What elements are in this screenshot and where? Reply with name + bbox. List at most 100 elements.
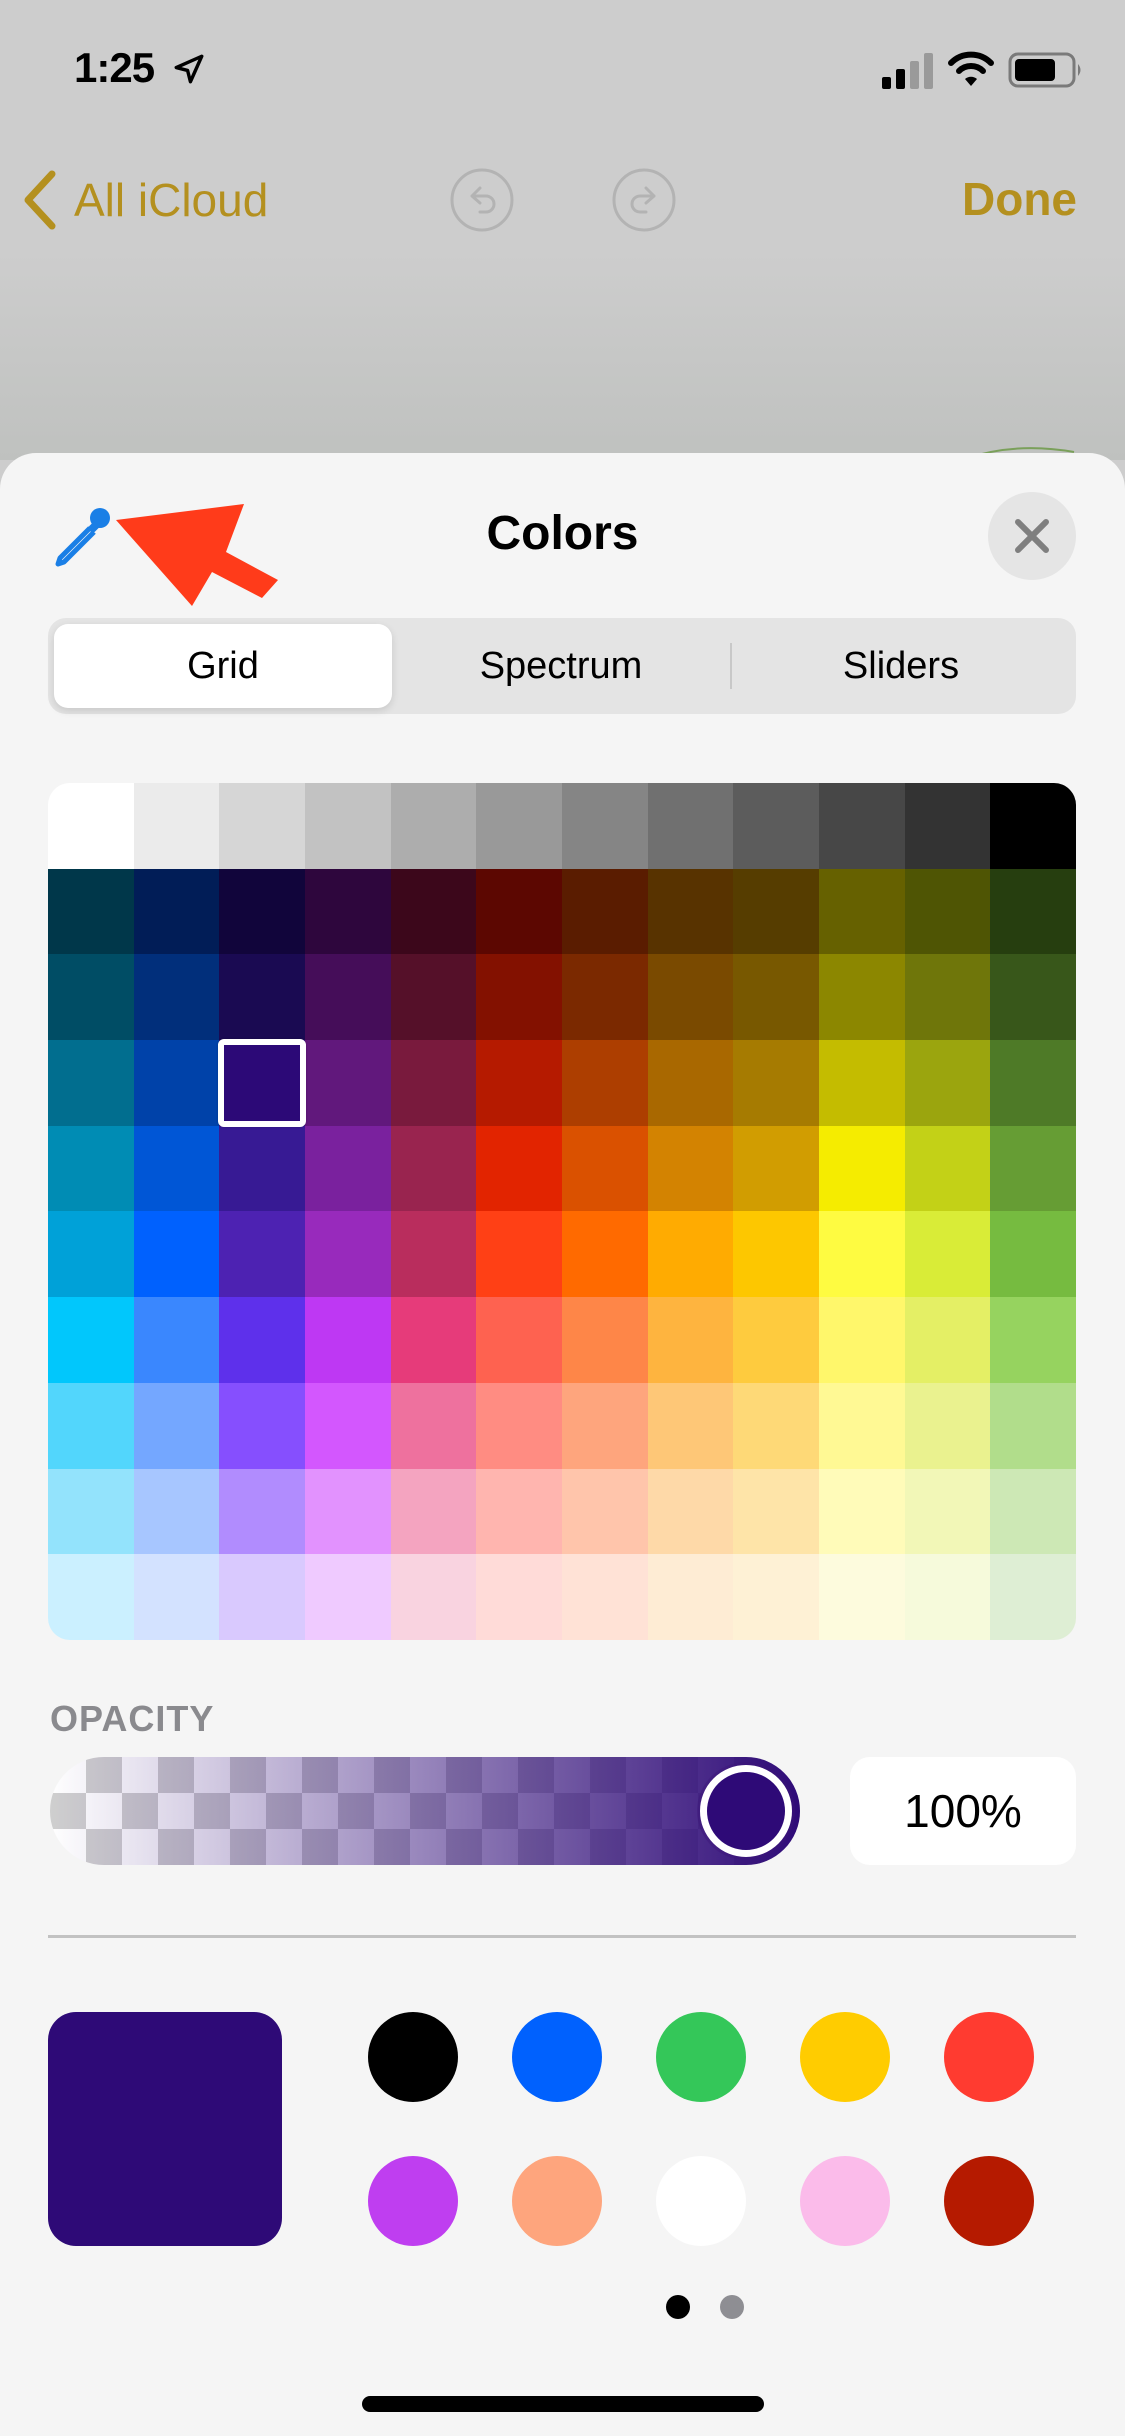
color-cell[interactable] <box>561 1297 648 1383</box>
color-cell[interactable] <box>733 1554 819 1640</box>
color-cell[interactable] <box>561 783 648 869</box>
color-cell[interactable] <box>904 783 991 869</box>
color-cell[interactable] <box>647 868 734 955</box>
tab-grid[interactable]: Grid <box>54 624 392 708</box>
color-cell[interactable] <box>304 1468 391 1555</box>
color-cell[interactable] <box>647 1040 734 1126</box>
favorite-color-swatch[interactable] <box>656 2012 746 2102</box>
color-cell[interactable] <box>476 783 562 869</box>
color-cell[interactable] <box>561 868 648 955</box>
color-cell[interactable] <box>561 954 648 1041</box>
color-cell[interactable] <box>48 1382 134 1469</box>
color-cell[interactable] <box>647 1125 734 1212</box>
color-cell[interactable] <box>476 1040 562 1126</box>
redo-icon[interactable] <box>610 166 678 234</box>
color-cell[interactable] <box>990 1554 1076 1640</box>
color-cell[interactable] <box>48 1468 134 1555</box>
opacity-value-field[interactable]: 100% <box>850 1757 1076 1865</box>
color-cell[interactable] <box>476 1297 562 1383</box>
favorite-color-swatch[interactable] <box>512 2156 602 2246</box>
back-button[interactable]: All iCloud <box>20 168 268 232</box>
color-cell[interactable] <box>647 783 734 869</box>
favorite-color-swatch[interactable] <box>368 2012 458 2102</box>
color-cell[interactable] <box>219 1297 305 1383</box>
color-cell[interactable] <box>133 868 220 955</box>
color-cell[interactable] <box>133 1468 220 1555</box>
color-cell[interactable] <box>561 1554 648 1640</box>
color-cell[interactable] <box>476 954 562 1041</box>
color-cell[interactable] <box>133 1211 220 1298</box>
favorite-color-swatch[interactable] <box>800 2156 890 2246</box>
color-cell[interactable] <box>476 868 562 955</box>
color-cell[interactable] <box>818 1211 905 1298</box>
color-cell[interactable] <box>990 1468 1076 1555</box>
opacity-slider-thumb[interactable] <box>700 1765 792 1857</box>
color-cell[interactable] <box>390 1211 477 1298</box>
color-cell[interactable] <box>990 783 1076 869</box>
color-cell[interactable] <box>390 1297 477 1383</box>
color-cell[interactable] <box>390 1382 477 1469</box>
color-cell[interactable] <box>133 1554 220 1640</box>
color-cell[interactable] <box>647 954 734 1041</box>
page-dot[interactable] <box>720 2295 744 2319</box>
color-cell[interactable] <box>733 1382 819 1469</box>
color-cell[interactable] <box>390 1468 477 1555</box>
color-cell[interactable] <box>219 1382 305 1469</box>
color-cell[interactable] <box>818 1297 905 1383</box>
color-cell[interactable] <box>904 1211 991 1298</box>
color-cell[interactable] <box>647 1382 734 1469</box>
undo-icon[interactable] <box>448 166 516 234</box>
color-cell[interactable] <box>48 868 134 955</box>
color-cell[interactable] <box>304 1297 391 1383</box>
color-cell[interactable] <box>48 1040 134 1126</box>
color-cell[interactable] <box>219 1554 305 1640</box>
color-cell[interactable] <box>647 1297 734 1383</box>
color-cell[interactable] <box>904 1125 991 1212</box>
color-cell[interactable] <box>904 1468 991 1555</box>
color-cell[interactable] <box>133 1125 220 1212</box>
color-cell[interactable] <box>476 1211 562 1298</box>
color-cell[interactable] <box>133 783 220 869</box>
color-cell[interactable] <box>133 1382 220 1469</box>
color-cell[interactable] <box>733 783 819 869</box>
color-cell[interactable] <box>304 1554 391 1640</box>
color-cell[interactable] <box>561 1468 648 1555</box>
color-cell[interactable] <box>818 1040 905 1126</box>
color-cell[interactable] <box>219 1211 305 1298</box>
color-cell[interactable] <box>904 1297 991 1383</box>
color-cell[interactable] <box>904 1382 991 1469</box>
color-cell[interactable] <box>133 1297 220 1383</box>
color-cell[interactable] <box>48 783 134 869</box>
color-cell[interactable] <box>476 1554 562 1640</box>
color-cell[interactable] <box>818 954 905 1041</box>
color-cell[interactable] <box>733 868 819 955</box>
color-cell[interactable] <box>219 1040 305 1126</box>
color-cell[interactable] <box>990 868 1076 955</box>
color-cell[interactable] <box>733 1297 819 1383</box>
color-cell[interactable] <box>990 1040 1076 1126</box>
color-cell[interactable] <box>219 1468 305 1555</box>
tab-sliders[interactable]: Sliders <box>732 624 1070 708</box>
color-cell[interactable] <box>390 1040 477 1126</box>
color-cell[interactable] <box>219 868 305 955</box>
color-cell[interactable] <box>561 1211 648 1298</box>
color-cell[interactable] <box>304 954 391 1041</box>
color-cell[interactable] <box>304 1040 391 1126</box>
color-cell[interactable] <box>818 1554 905 1640</box>
color-cell[interactable] <box>990 1382 1076 1469</box>
favorite-color-swatch[interactable] <box>656 2156 746 2246</box>
color-cell[interactable] <box>904 954 991 1041</box>
color-cell[interactable] <box>561 1125 648 1212</box>
color-cell[interactable] <box>390 954 477 1041</box>
favorite-color-swatch[interactable] <box>944 2156 1034 2246</box>
color-cell[interactable] <box>48 1211 134 1298</box>
favorite-color-swatch[interactable] <box>944 2012 1034 2102</box>
color-cell[interactable] <box>904 868 991 955</box>
color-cell[interactable] <box>476 1125 562 1212</box>
color-cell[interactable] <box>733 1040 819 1126</box>
color-cell[interactable] <box>48 1125 134 1212</box>
color-cell[interactable] <box>818 1468 905 1555</box>
color-cell[interactable] <box>733 954 819 1041</box>
close-button[interactable] <box>988 492 1076 580</box>
color-cell[interactable] <box>818 783 905 869</box>
